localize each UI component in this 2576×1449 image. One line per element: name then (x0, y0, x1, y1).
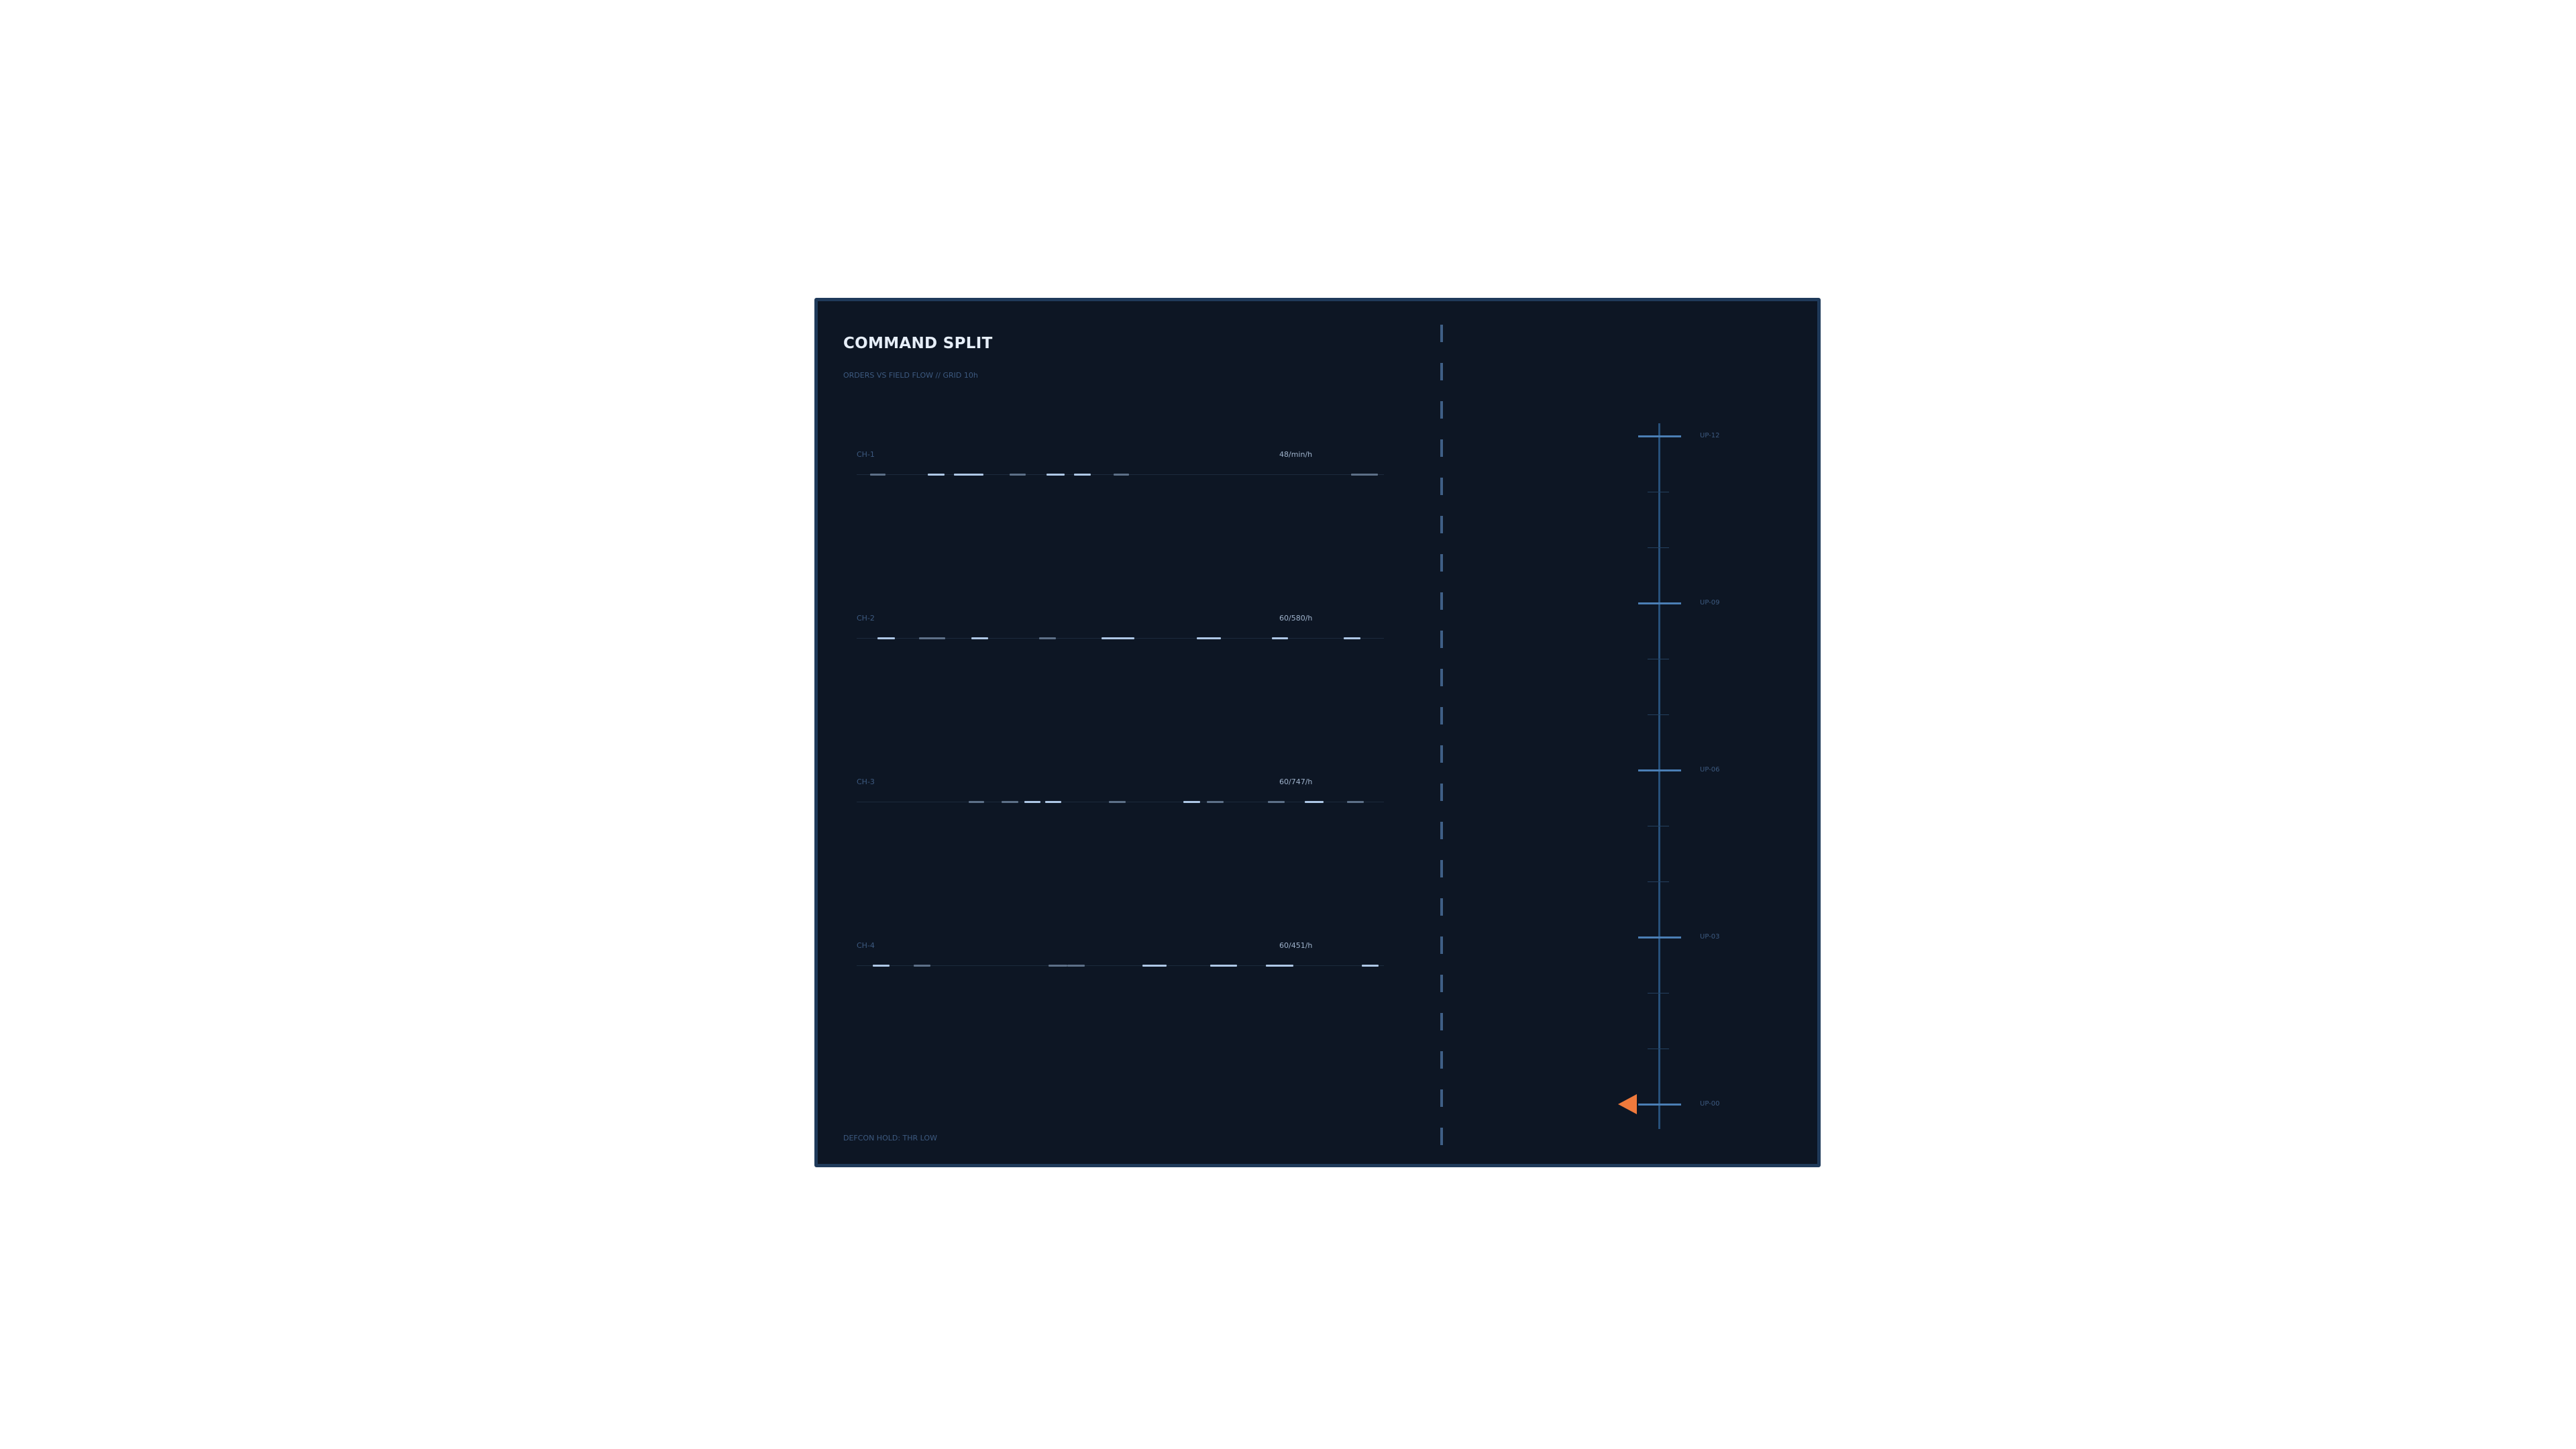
channel-label: CH-2 (857, 614, 875, 623)
flow-segment (1351, 474, 1378, 476)
flow-segment (918, 637, 946, 639)
flow-segment (1196, 637, 1222, 639)
flow-segment (928, 474, 945, 476)
flow-segment (1361, 965, 1379, 967)
channel-label: CH-3 (857, 777, 875, 786)
command-split-panel: COMMAND SPLIT ORDERS VS FIELD FLOW // GR… (814, 298, 1821, 1167)
flow-segment (913, 965, 931, 967)
flow-segment (869, 474, 886, 476)
flow-segment (1113, 474, 1130, 476)
scale-major-tick (1638, 1104, 1681, 1106)
flow-segment (1002, 801, 1019, 803)
panel-subtitle: ORDERS VS FIELD FLOW // GRID 10h (843, 371, 978, 380)
flow-segment (1265, 965, 1293, 967)
panel-footer: DEFCON HOLD: THR LOW (843, 1134, 937, 1142)
channel-row: CH-3 60/747/h (857, 777, 1384, 818)
scale-minor-tick (1648, 714, 1669, 715)
channel-row: CH-4 60/451/h (857, 941, 1384, 981)
flow-segment (1183, 801, 1201, 803)
scale-minor-tick (1648, 881, 1669, 882)
channel-rate: 60/451/h (1279, 941, 1313, 950)
channel-label: CH-1 (857, 450, 875, 459)
flow-segment (1024, 801, 1040, 803)
flow-segment (877, 637, 895, 639)
flow-segment (1108, 801, 1126, 803)
flow-segment (1073, 474, 1091, 476)
scale-minor-tick (1648, 547, 1669, 548)
scale-major-tick (1638, 769, 1681, 771)
flow-segment (1142, 965, 1167, 967)
channel-label: CH-4 (857, 941, 875, 950)
flow-segment (1268, 801, 1285, 803)
flow-segment (872, 965, 890, 967)
panel-title: COMMAND SPLIT (843, 335, 993, 352)
scale-major-tick (1638, 435, 1681, 437)
flow-segment (1272, 637, 1288, 639)
channel-rate: 60/747/h (1279, 777, 1313, 786)
flow-segment (968, 801, 985, 803)
scale-tick-label: UP-03 (1700, 933, 1720, 941)
channel-row: CH-2 60/580/h (857, 614, 1384, 654)
split-divider (1440, 325, 1443, 1146)
channel-track (857, 965, 1384, 966)
flow-segment (1046, 474, 1065, 476)
scale-major-tick (1638, 602, 1681, 604)
flow-segment (1045, 801, 1061, 803)
flow-segment (1038, 637, 1057, 639)
scale-major-tick (1638, 936, 1681, 938)
channel-row: CH-1 48/min/h (857, 450, 1384, 490)
flow-segment (1305, 801, 1324, 803)
scale-tick-label: UP-12 (1700, 432, 1720, 439)
channel-rate: 60/580/h (1279, 614, 1313, 623)
scale-tick-label: UP-00 (1700, 1100, 1720, 1108)
flow-segment (1346, 801, 1364, 803)
flow-segment (954, 474, 983, 476)
scale-axis (1658, 423, 1660, 1129)
flow-segment (1206, 801, 1224, 803)
channel-rate: 48/min/h (1279, 450, 1313, 459)
level-scale: UP-12 UP-09 UP-06 UP-03 UP-00 (1609, 423, 1743, 1129)
flow-segment (1049, 965, 1068, 967)
flow-segment (1210, 965, 1238, 967)
flow-segment (1067, 965, 1085, 967)
scale-tick-label: UP-06 (1700, 766, 1720, 773)
flow-segment (1102, 637, 1135, 639)
scale-tick-label: UP-09 (1700, 599, 1720, 606)
flow-segment (1344, 637, 1361, 639)
flow-segment (971, 637, 989, 639)
level-marker-icon[interactable] (1618, 1094, 1637, 1114)
scale-minor-tick (1648, 993, 1669, 994)
flow-segment (1009, 474, 1026, 476)
